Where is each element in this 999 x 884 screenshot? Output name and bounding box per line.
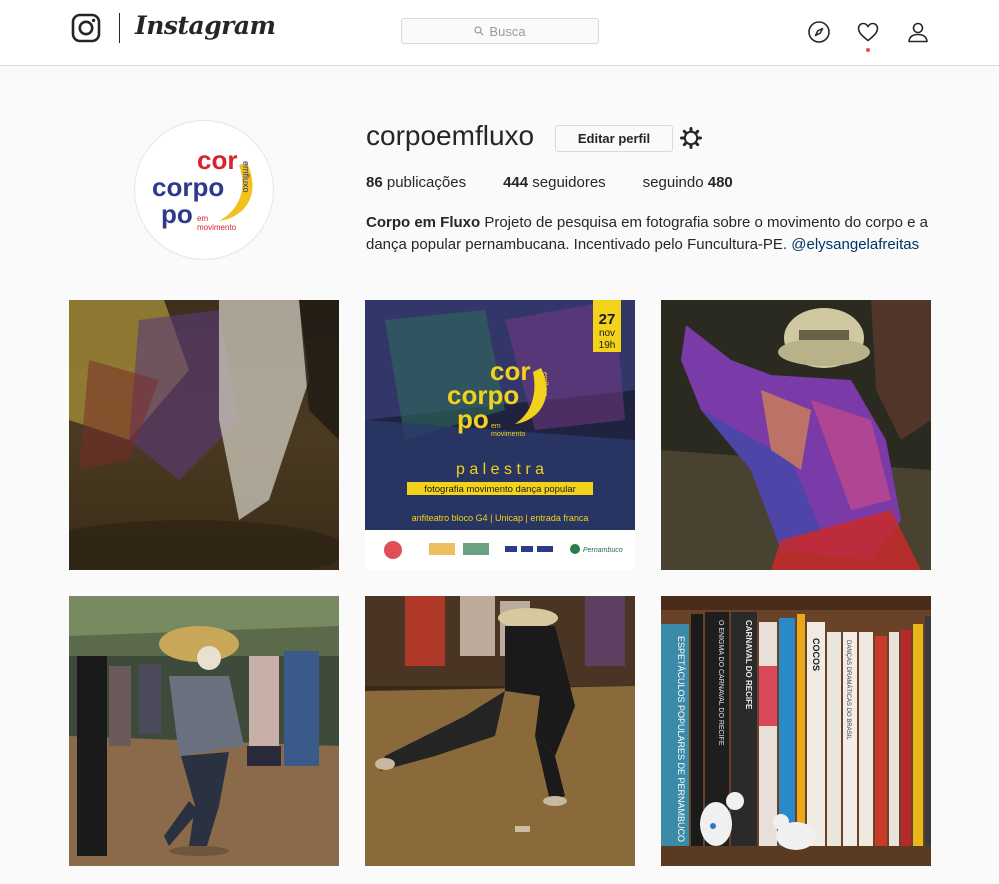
svg-text:O ENIGMA DO CARNAVAL DO RECIFE: O ENIGMA DO CARNAVAL DO RECIFE [717,620,724,746]
top-navigation-bar: Instagram Busca [0,0,999,66]
post-thumbnail[interactable] [365,596,635,866]
svg-text:emfluxo: emfluxo [241,161,251,193]
post-thumbnail[interactable] [661,300,931,570]
svg-text:nov: nov [599,328,615,339]
profile-bio: Corpo em Fluxo Projeto de pesquisa em fo… [366,212,946,256]
svg-text:cor: cor [197,145,237,175]
explore-compass-icon[interactable] [807,20,831,44]
svg-text:anfiteatro bloco G4 | Unicap |: anfiteatro bloco G4 | Unicap | entrada f… [412,513,589,523]
header-divider [119,13,120,43]
svg-text:COCOS: COCOS [811,638,821,671]
profile-avatar[interactable]: cor corpo po em movimento emfluxo [134,120,274,260]
search-icon [474,26,485,36]
post-thumbnail[interactable]: 27 nov 19h cor corpo po em movimento emf… [365,300,635,570]
edit-profile-button[interactable]: Editar perfil [555,125,673,152]
post-thumbnail[interactable] [69,596,339,866]
svg-text:em: em [491,423,501,430]
svg-text:CARNAVAL DO RECIFE: CARNAVAL DO RECIFE [744,620,753,710]
svg-text:DANÇAS DRAMÁTICAS DO BRASIL: DANÇAS DRAMÁTICAS DO BRASIL [845,640,852,740]
followers-count[interactable]: 444 seguidores [503,174,606,191]
svg-text:em: em [197,214,208,223]
profile-username: corpoemfluxo [366,120,535,151]
profile-person-icon[interactable] [906,20,930,44]
svg-text:fotografia movimento dança pop: fotografia movimento dança popular [424,484,576,495]
following-count[interactable]: seguindo 480 [643,174,733,191]
notification-dot [866,48,870,52]
bio-mention-link[interactable]: @elysangelafreitas [791,236,919,253]
instagram-wordmark[interactable]: Instagram [135,11,276,40]
post-thumbnail[interactable] [69,300,339,570]
svg-text:ESPETÁCULOS POPULARES DE PERNA: ESPETÁCULOS POPULARES DE PERNAMBUCO [676,636,686,842]
svg-text:po: po [457,404,489,434]
post-thumbnail[interactable]: ESPETÁCULOS POPULARES DE PERNAMBUCO O EN… [661,596,931,866]
svg-text:movimento: movimento [491,431,525,438]
svg-text:emfluxo: emfluxo [541,372,548,397]
svg-text:27: 27 [599,311,616,328]
search-placeholder: Busca [489,23,526,39]
profile-stats: 86 publicações 444 seguidores seguindo 4… [366,174,770,191]
activity-heart-icon[interactable] [856,20,880,44]
svg-text:corpo: corpo [152,172,224,202]
svg-text:p a l e s t r a: p a l e s t r a [456,461,544,478]
svg-text:movimento: movimento [197,223,237,232]
search-input[interactable]: Busca [401,18,599,44]
svg-text:po: po [161,199,193,229]
posts-count: 86 publicações [366,174,467,191]
svg-text:Pernambuco: Pernambuco [583,547,623,554]
gear-icon[interactable] [679,126,703,150]
svg-text:19h: 19h [599,340,616,351]
instagram-glyph-icon[interactable] [71,13,101,43]
bio-name: Corpo em Fluxo [366,214,481,231]
